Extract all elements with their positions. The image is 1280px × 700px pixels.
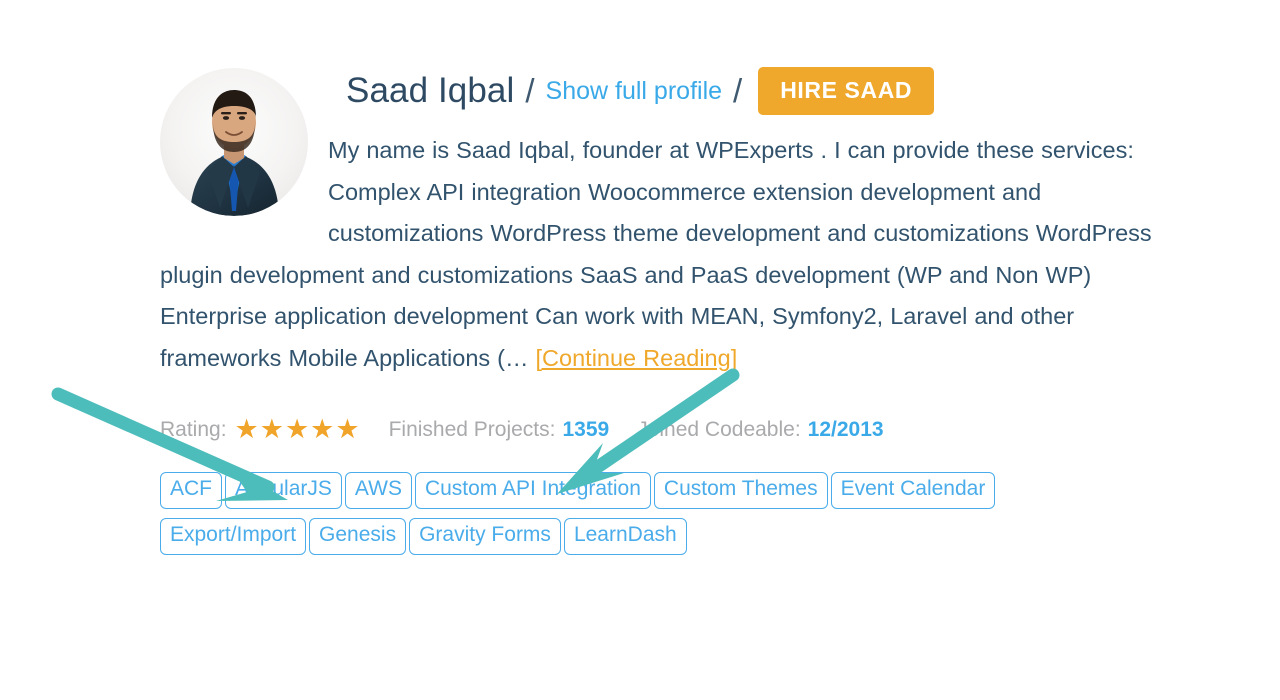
show-full-profile-link[interactable]: Show full profile <box>546 77 722 106</box>
profile-stats: Rating: ★★★★★ Finished Projects: 1359 Jo… <box>160 416 1160 443</box>
rating-group: Rating: ★★★★★ <box>160 416 361 443</box>
skill-tag[interactable]: Genesis <box>309 517 407 555</box>
skill-tag-list: ACF AngularJS AWS Custom API Integration Cus… <box>160 472 1120 564</box>
skill-tag[interactable]: Custom Themes <box>653 472 828 509</box>
continue-reading-link[interactable]: [Continue Reading] <box>536 345 738 371</box>
skill-tag[interactable]: LearnDash <box>563 517 687 555</box>
finished-projects-label: Finished Projects: <box>388 417 556 441</box>
skill-tag[interactable]: AngularJS <box>225 472 342 509</box>
separator-slash-1: / <box>525 72 535 109</box>
joined-label: Joined Codeable: <box>637 417 801 441</box>
skill-tag[interactable]: AWS <box>344 472 412 509</box>
freelancer-profile-card: Saad Iqbal / Show full profile / HIRE SA… <box>160 60 1160 564</box>
avatar-photo <box>160 68 308 216</box>
joined-group: Joined Codeable: 12/2013 <box>637 418 883 442</box>
avatar <box>160 68 308 216</box>
finished-projects-group: Finished Projects: 1359 <box>389 418 610 442</box>
bio-text: My name is Saad Iqbal, founder at WPExpe… <box>160 137 1152 371</box>
hire-button[interactable]: HIRE SAAD <box>758 67 935 115</box>
finished-projects-value: 1359 <box>562 417 610 441</box>
rating-stars: ★★★★★ <box>234 414 361 444</box>
skill-tag[interactable]: Export/Import <box>160 517 307 555</box>
rating-label: Rating: <box>160 417 227 441</box>
joined-value: 12/2013 <box>807 417 884 441</box>
skill-tag[interactable]: Gravity Forms <box>409 517 561 555</box>
profile-header: Saad Iqbal / Show full profile / HIRE SA… <box>346 60 1160 122</box>
skill-tag[interactable]: Event Calendar <box>830 472 996 509</box>
skill-tag[interactable]: Custom API Integration <box>414 472 651 509</box>
skill-tag[interactable]: ACF <box>160 472 222 509</box>
profile-bio: My name is Saad Iqbal, founder at WPExpe… <box>160 130 1160 379</box>
page-title: Saad Iqbal <box>346 71 515 110</box>
separator-slash-2: / <box>733 72 743 109</box>
